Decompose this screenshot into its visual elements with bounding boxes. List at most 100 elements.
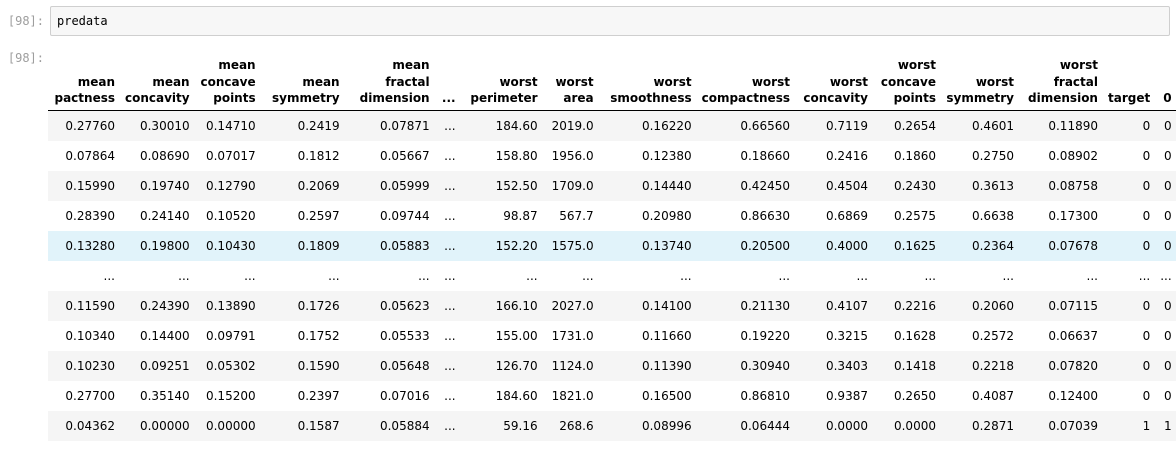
table-cell: 268.6 [542,411,599,441]
table-row: 0.04362 0.00000 0.00000 0.1587 0.05884... 59.… [48,411,1176,441]
table-cell: 0.35140 [139,389,190,403]
table-cell: 166.10 [460,291,543,321]
table-cell: 0.05883 [344,231,435,261]
column-header-line: compactness [701,90,790,105]
table-cell: 0.2419 [260,110,345,141]
table-cell: 0 [1102,291,1156,321]
table-cell: 0.2218 [940,351,1019,381]
table-cell: 0.11890 [1018,110,1103,141]
table-cell: 0 [1142,149,1151,163]
table-cell: 0.20980 [641,209,692,223]
column-header-line: perimeter [470,90,538,105]
table-cell: 0.07115 [1018,291,1103,321]
table-cell: 0.6869 [825,209,868,223]
table-cell: 0.07039 [1018,411,1103,441]
code-input-cell[interactable]: predata [50,6,1170,36]
table-header-row: mean pactness mean concavity mean concave poin… [48,44,1176,111]
table-cell: 0.05999 [344,171,435,201]
column-header-line: fractal [1053,74,1098,89]
column-header-line: dimension [359,90,430,105]
column-header-line: dimension [1028,90,1098,105]
table-cell: 0.07017 [205,149,256,163]
table-row: 0.10230 0.09251 0.05302 0.1590 0.05648... 126… [48,351,1176,381]
table-cell: 0.11390 [598,351,697,381]
table-cell: 0.9387 [825,389,868,403]
table-cell: 0.05623 [344,291,435,321]
table-cell: 0.3215 [825,329,868,343]
table-row: 0.27700 0.35140 0.15200 0.2397 0.07016... 184… [48,381,1176,411]
output-prompt: [98]: [7,51,44,65]
column-header-line: concavity [803,90,868,105]
table-cell: ... [444,149,456,163]
table-cell: 0.6638 [971,209,1014,223]
table-cell: 1 [1155,411,1176,441]
column-header-line: concavity [125,90,190,105]
table-cell: 0.1418 [872,351,941,381]
table-cell: ... [418,269,430,283]
table-cell: 0.07864 [65,149,115,163]
column-header: 0 [1155,44,1176,111]
table-cell: 0.10430 [194,231,261,261]
table-cell: 0.86630 [740,209,790,223]
column-header-line: area [563,90,594,105]
table-cell: 0.30010 [120,110,195,141]
table-row: 0.15990 0.19740 0.12790 0.2069 0.05999... 152… [48,171,1176,201]
table-cell: 0.24390 [120,291,195,321]
column-header-line: concave [880,74,936,89]
table-cell: 1 [1102,411,1156,441]
table-cell: 0.27760 [48,110,120,141]
table-cell: 0 [1142,329,1151,343]
table-cell: 0 [1155,351,1176,381]
table-cell: ... [178,269,190,283]
table-cell: 0 [1102,171,1156,201]
table-cell: 0.13890 [194,291,261,321]
table-cell: 0.18660 [740,149,790,163]
table-cell: 0.1860 [893,149,936,163]
column-header-line: smoothness [610,90,692,105]
table-cell: ... [1138,269,1151,283]
column-header-line: worst [829,74,868,89]
table-cell: 0.13280 [48,231,120,261]
table-cell: ... [1160,269,1172,283]
table-cell: 0.2364 [940,231,1019,261]
table-cell: 0.3403 [794,351,873,381]
table-cell: 0 [1164,149,1172,163]
column-header: worst compactness [696,44,795,111]
table-cell: ... [103,269,115,283]
table-cell: 0.07016 [379,389,430,403]
table-cell: 155.00 [495,329,538,343]
table-cell: 0.07871 [344,110,435,141]
code-text[interactable]: predata [57,14,108,28]
column-header-line: worst [653,74,692,89]
table-cell: 0.2572 [971,329,1014,343]
table-cell: 158.80 [495,149,538,163]
column-header: target [1102,44,1156,111]
table-cell: 0.4087 [971,389,1014,403]
table-cell: 0.0000 [794,411,873,441]
table-cell: ... [778,269,790,283]
table-cell: 98.87 [503,209,538,223]
table-cell: 0.2654 [872,110,941,141]
table-cell: ... [434,351,461,381]
table-cell: 0.19220 [740,329,790,343]
table-row: 0.07864 0.08690 0.07017 0.1812 0.05667... 158… [48,141,1176,171]
table-cell: 184.60 [495,389,538,403]
table-row: ........................................… [48,261,1176,291]
table-cell: 0.11590 [48,291,120,321]
table-cell: ... [924,269,936,283]
table-cell: 0.2650 [893,389,936,403]
table-cell: ... [856,269,868,283]
table-cell: 0.21130 [696,291,795,321]
table-cell: 0.1809 [260,231,345,261]
table-cell: 0.86810 [740,389,790,403]
table-cell: 0.09744 [379,209,430,223]
column-header-line: mean [218,58,256,73]
table-cell: 0.20500 [696,231,795,261]
table-cell: ... [582,269,594,283]
table-cell: 59.16 [460,411,543,441]
column-header-line: symmetry [946,90,1014,105]
column-header-line: target [1107,90,1151,105]
column-header: mean concavity [120,44,195,111]
table-cell: 0 [1102,110,1156,141]
column-header-line: worst [751,74,790,89]
